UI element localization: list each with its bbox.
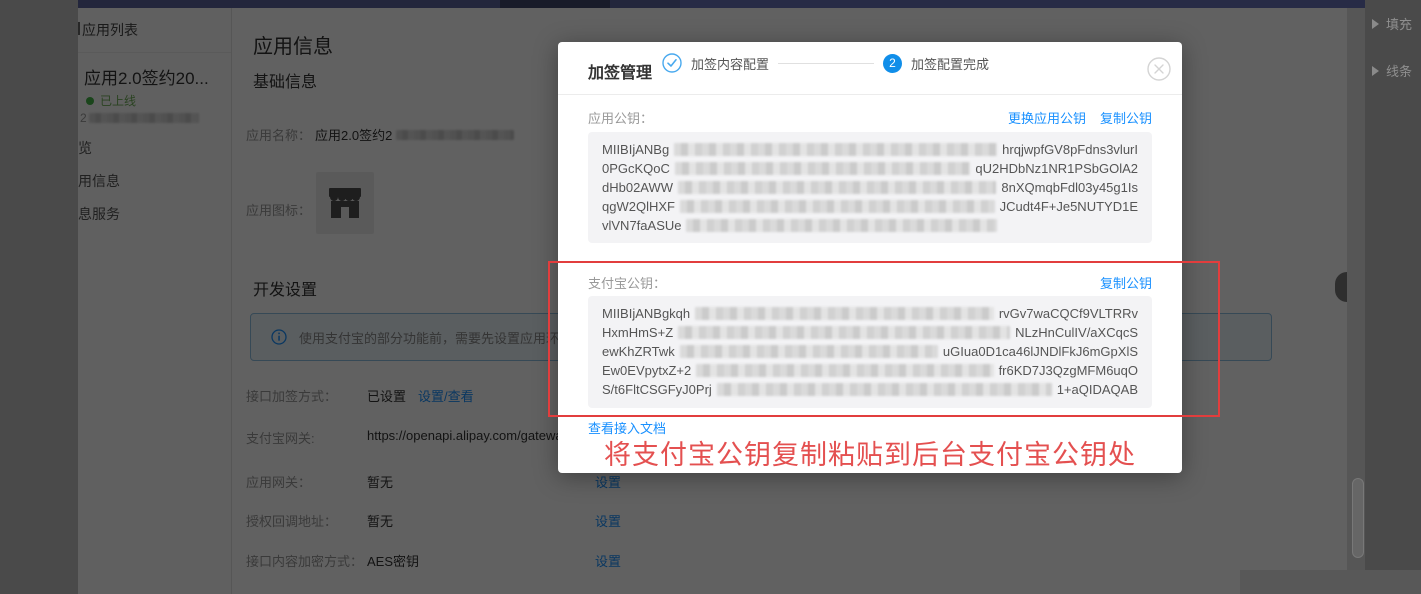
redacted-block [674,162,971,175]
step-connector [778,62,875,64]
app-key-row: 应用公钥： 更换应用公钥 复制公钥 [588,108,1152,126]
annotation-tool-backdrop: 应用列表 应用2.0签约20... 已上线 2 览 用信息 息服务 应用信息 基… [0,0,1421,594]
key-text: qU2HDbNz1NR1PSbGOlA2 [975,161,1138,176]
change-app-key-link[interactable]: 更换应用公钥 [1008,108,1086,127]
app-key-label: 应用公钥： [588,110,654,126]
topbar-segment-light [680,0,1365,8]
step-indicator: 加签内容配置 2 加签配置完成 [662,53,989,73]
scrollbar-thumb[interactable] [1352,478,1364,558]
modal-title: 加签管理 [588,65,653,82]
app-key-textarea[interactable]: MIIBIjANBg hrqjwpfGV8pFdns3vlurI 0PGcKQoC… [588,132,1152,243]
key-text: 0PGcKQoC [602,161,670,176]
copy-app-key-link[interactable]: 复制公钥 [1100,108,1152,127]
key-text: qgW2QlHXF [602,199,675,214]
tool-panel-line[interactable]: 线条 [1372,61,1412,80]
triangle-expand-icon [1372,18,1379,29]
floating-helper-button[interactable] [1335,272,1347,302]
key-text: dHb02AWW [602,180,674,195]
close-icon[interactable] [1146,56,1172,82]
key-text: vlVN7faASUe [602,218,682,233]
redacted-block [679,200,995,213]
red-highlight-rect [548,261,1220,417]
line-label: 线条 [1386,64,1413,79]
step2-label: 加签配置完成 [911,56,990,72]
browser-window: 应用列表 应用2.0签约20... 已上线 2 览 用信息 息服务 应用信息 基… [78,0,1365,594]
key-text: JCudt4F+Je5NUTYD1E [999,199,1138,214]
redacted-block [674,143,998,156]
redacted-block [678,181,997,194]
red-annotation-caption: 将支付宝公钥复制粘贴到后台支付宝公钥处 [604,440,1136,470]
topbar-segment-dark [500,0,610,8]
fill-label: 填充 [1386,17,1413,32]
step2-badge: 2 [883,53,903,73]
key-text: 8nXQmqbFdl03y45g1Is [1001,180,1138,195]
redacted-block [686,219,998,232]
modal-header: 加签管理 加签内容配置 2 加签配置完成 [558,42,1182,95]
triangle-expand-icon [1372,65,1379,76]
step1-label: 加签内容配置 [691,56,770,72]
browser-topbar [78,0,1365,8]
tool-tooltip-panel [1240,570,1421,594]
key-text: MIIBIjANBg [602,142,670,157]
tool-panel-fill[interactable]: 填充 [1372,14,1412,33]
step1-check-icon [662,53,682,73]
key-text: hrqjwpfGV8pFdns3vlurI [1002,142,1138,157]
